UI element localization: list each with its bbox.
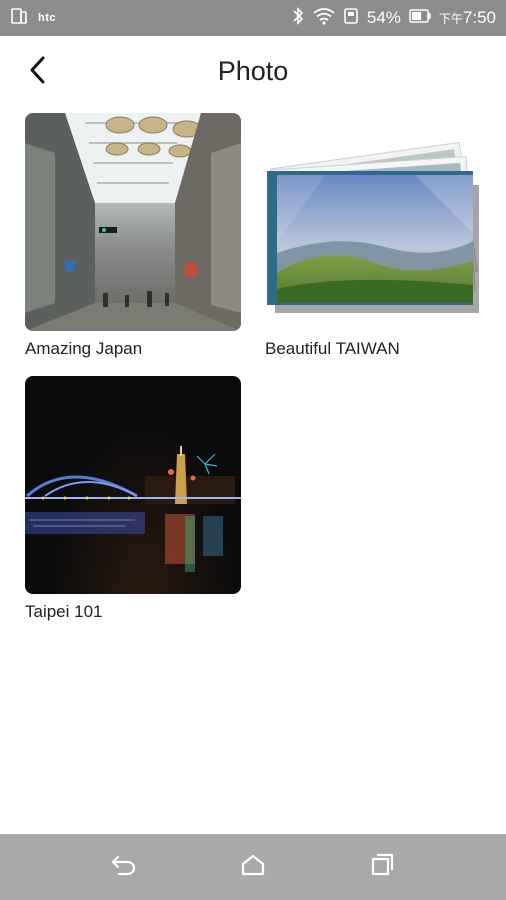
battery-percent: 54% (366, 8, 401, 27)
status-bar: htc 54% 下午7:50 (0, 0, 506, 36)
album-thumbnail (25, 376, 241, 594)
album-label: Amazing Japan (25, 339, 143, 358)
nav-back-button[interactable] (102, 845, 146, 889)
wifi-icon (313, 7, 335, 30)
system-nav-bar (0, 834, 506, 900)
album-thumbnail (265, 113, 481, 331)
battery-icon (409, 8, 431, 28)
carrier-label: htc (38, 12, 56, 24)
clock: 下午7:50 (439, 8, 496, 28)
album-amazing-japan[interactable]: Amazing Japan (25, 113, 243, 359)
app-bar: Photo (0, 36, 506, 108)
album-label: Beautiful TAIWAN (265, 339, 400, 358)
storage-icon (343, 7, 359, 30)
album-beautiful-taiwan[interactable]: Beautiful TAIWAN (265, 113, 483, 359)
album-thumbnail (25, 113, 241, 331)
album-taipei-101[interactable]: Taipei 101 (25, 376, 243, 622)
nav-back-icon (110, 853, 138, 882)
nav-recents-button[interactable] (360, 845, 404, 889)
nav-recents-icon (369, 852, 395, 883)
album-label: Taipei 101 (25, 602, 103, 621)
page-title: Photo (217, 56, 289, 86)
nav-home-icon (240, 853, 266, 882)
clock-time: 7:50 (462, 8, 496, 27)
bluetooth-icon (291, 6, 305, 31)
sim-icon (10, 7, 28, 30)
nav-home-button[interactable] (231, 845, 275, 889)
clock-period: 下午 (438, 12, 463, 26)
